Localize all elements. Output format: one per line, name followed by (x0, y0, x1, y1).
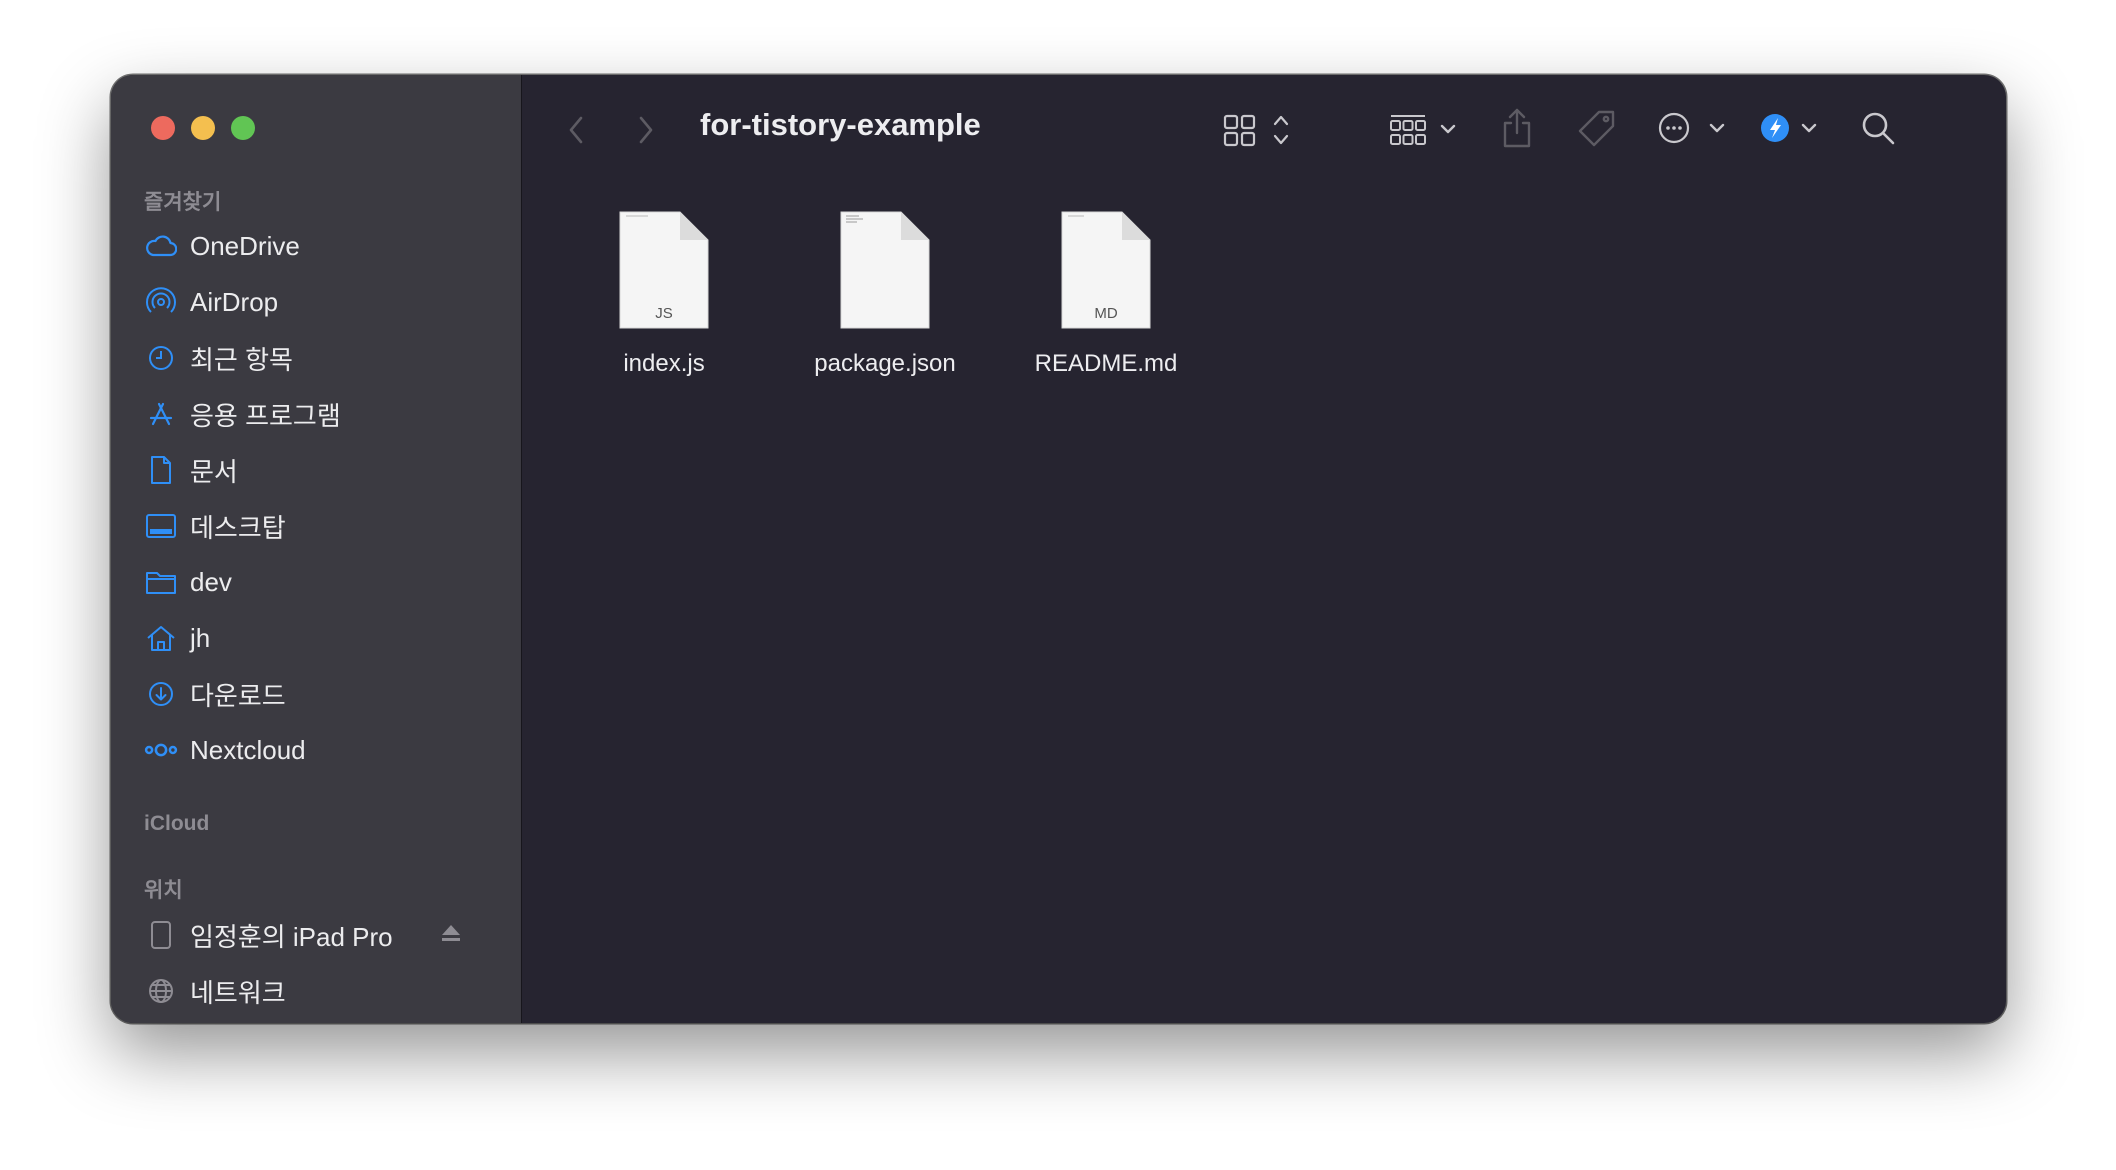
desktop-icon (144, 509, 178, 543)
sidebar-item-label: 다운로드 (190, 680, 286, 711)
file-badge: JS (655, 305, 673, 322)
sidebar-item-desktop[interactable]: 데스크탑 (144, 506, 494, 546)
sidebar-item-label: 임정훈의 iPad Pro (190, 921, 393, 952)
cloud-icon (144, 229, 178, 263)
finder-window: 즐겨찾기 OneDrive AirDrop 최근 항목 응용 프로그램 문서 데… (111, 75, 2006, 1023)
sidebar-item-onedrive[interactable]: OneDrive (144, 226, 494, 266)
airdrop-icon (144, 285, 178, 319)
toolbar: for-tistory-example (522, 75, 2006, 185)
window-title: for-tistory-example (700, 107, 981, 142)
file-item[interactable]: MD README.md (1006, 210, 1206, 378)
document-icon (144, 453, 178, 487)
ipad-icon (144, 918, 178, 952)
close-button[interactable] (151, 116, 175, 140)
sidebar-item-airdrop[interactable]: AirDrop (144, 282, 494, 322)
file-name: index.js (623, 350, 705, 377)
sidebar-item-label: 최근 항목 (190, 344, 293, 375)
file-name: README.md (1034, 350, 1178, 377)
sidebar-item-dev[interactable]: dev (144, 562, 494, 602)
share-button[interactable] (1497, 105, 1537, 151)
json-file-icon (839, 210, 931, 330)
sidebar-item-label: AirDrop (190, 286, 279, 317)
sidebar-item-ipad[interactable]: 임정훈의 iPad Pro (144, 915, 494, 955)
markdown-file-icon: MD (1060, 210, 1152, 330)
home-icon (144, 621, 178, 655)
group-button[interactable] (1389, 110, 1463, 150)
sidebar-item-recents[interactable]: 최근 항목 (144, 338, 494, 378)
sidebar-item-label: 문서 (190, 456, 238, 487)
applications-icon (144, 397, 178, 431)
sidebar-item-label: 네트워크 (190, 977, 286, 1008)
sidebar-item-label: OneDrive (190, 230, 300, 261)
zoom-button[interactable] (231, 116, 255, 140)
icloud-section-title[interactable]: iCloud (144, 812, 209, 836)
sidebar-item-label: 응용 프로그램 (190, 400, 341, 431)
clock-icon (144, 341, 178, 375)
sidebar-item-home[interactable]: jh (144, 618, 494, 658)
file-item[interactable]: package.json (785, 210, 985, 378)
extension-icon[interactable] (1759, 108, 1823, 148)
sidebar-item-label: jh (190, 622, 211, 653)
back-button[interactable] (562, 110, 590, 150)
sidebar-item-documents[interactable]: 문서 (144, 450, 494, 490)
minimize-button[interactable] (191, 116, 215, 140)
nextcloud-icon (144, 733, 178, 767)
forward-button[interactable] (632, 110, 660, 150)
window-controls (151, 116, 255, 140)
eject-icon[interactable] (440, 923, 462, 948)
network-icon (144, 974, 178, 1008)
tag-button[interactable] (1575, 107, 1619, 151)
download-icon (144, 677, 178, 711)
sidebar-item-downloads[interactable]: 다운로드 (144, 674, 494, 714)
sidebar-item-label: Nextcloud (190, 734, 306, 765)
sidebar: 즐겨찾기 OneDrive AirDrop 최근 항목 응용 프로그램 문서 데… (111, 75, 522, 1023)
more-actions-button[interactable] (1657, 108, 1731, 148)
sidebar-item-label: dev (190, 566, 232, 597)
file-badge: MD (1094, 305, 1118, 322)
sidebar-item-label: 데스크탑 (190, 512, 286, 543)
file-item[interactable]: JS index.js (564, 210, 764, 378)
folder-icon (144, 565, 178, 599)
js-file-icon: JS (618, 210, 710, 330)
sidebar-item-applications[interactable]: 응용 프로그램 (144, 394, 494, 434)
main-content: for-tistory-example JS index.js package.… (522, 75, 2006, 1023)
sidebar-item-nextcloud[interactable]: Nextcloud (144, 730, 494, 770)
locations-section-title[interactable]: 위치 (144, 874, 183, 904)
favorites-section-title: 즐겨찾기 (144, 191, 222, 214)
view-mode-button[interactable] (1223, 110, 1299, 150)
search-icon[interactable] (1858, 108, 1898, 148)
sidebar-item-network[interactable]: 네트워크 (144, 971, 494, 1011)
file-name: package.json (814, 350, 956, 377)
